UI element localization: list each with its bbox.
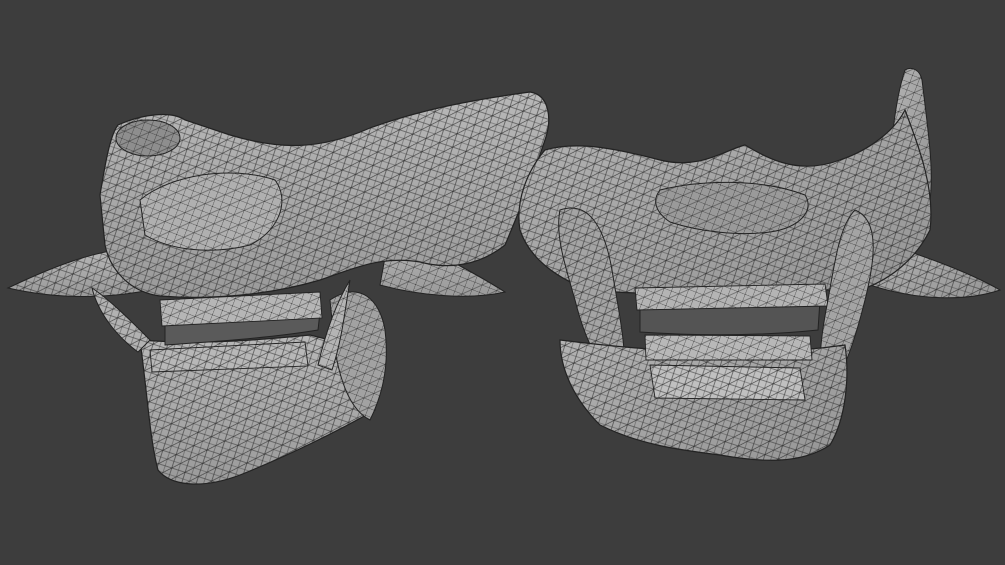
oni-mask-right[interactable] — [518, 67, 1002, 461]
viewport-canvas[interactable] — [0, 0, 1005, 565]
oni-mask-left[interactable] — [6, 91, 550, 485]
3d-viewport[interactable] — [0, 0, 1005, 565]
